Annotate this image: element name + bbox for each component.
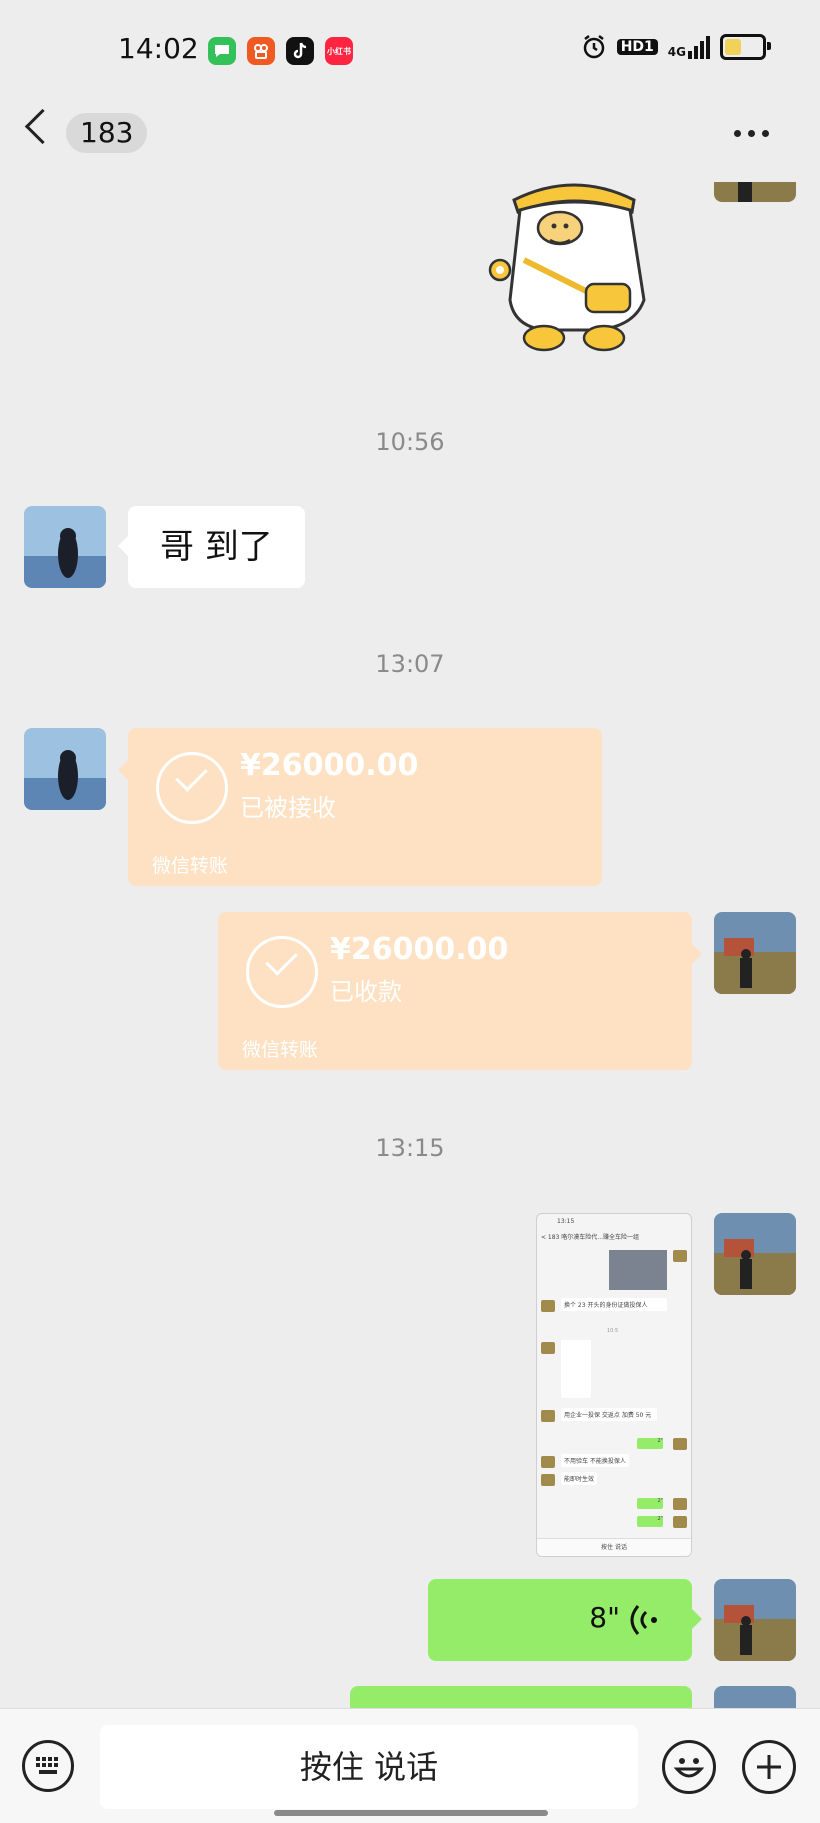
voice-wave-icon — [630, 1605, 657, 1635]
network-type: 4G — [667, 44, 686, 59]
thumb-title: < 183 咯尔漠车险代...赚全车险一组 — [541, 1234, 640, 1241]
thumb-msg: 不用验车 不能换投保人 — [561, 1454, 629, 1467]
status-indicators: HD1 4G — [581, 34, 771, 60]
thumb-timestamp: 10:5 — [607, 1328, 619, 1334]
kuaishou-app-icon — [247, 37, 275, 65]
check-circle-icon — [246, 936, 318, 1008]
alarm-icon — [583, 35, 604, 59]
hd-badge: HD1 — [616, 39, 658, 55]
transfer-amount: ¥26000.00 — [240, 748, 419, 783]
thumb-avatar — [541, 1456, 555, 1468]
thumb-msg: 用企业一投保 交返点 加费 50 元 — [561, 1408, 657, 1421]
status-time: 14:02 — [118, 32, 199, 65]
avatar-contact[interactable] — [24, 506, 106, 588]
transfer-amount: ¥26000.00 — [330, 932, 509, 967]
transfer-card-received[interactable]: ¥26000.00 已被接收 微信转账 — [118, 728, 602, 886]
thumb-avatar — [673, 1438, 687, 1450]
thumb-input: 按住 说话 — [537, 1538, 691, 1556]
more-options-icon[interactable] — [734, 120, 774, 146]
avatar-self[interactable] — [714, 1213, 796, 1295]
transfer-status: 已被接收 — [240, 794, 336, 822]
avatar-self[interactable] — [714, 1686, 796, 1710]
thumb-document — [561, 1340, 591, 1398]
thumb-voice: 2" — [637, 1438, 663, 1449]
back-arrow-icon[interactable] — [24, 108, 61, 145]
plus-icon[interactable] — [742, 1740, 796, 1794]
thumb-avatar — [541, 1410, 555, 1422]
voice-duration: 8" — [589, 1601, 620, 1634]
check-circle-icon — [156, 752, 228, 824]
text-message-bubble[interactable]: 哥 到了 — [118, 506, 305, 588]
home-indicator[interactable] — [274, 1810, 548, 1816]
xiaohongshu-app-icon: 小红书 — [325, 37, 353, 65]
thumb-voice: 2" — [637, 1516, 663, 1527]
thumb-msg: 能即时生效 — [561, 1472, 598, 1485]
thumb-avatar — [541, 1342, 555, 1354]
signal-icon: 4G — [667, 35, 710, 59]
transfer-card-sent[interactable]: ¥26000.00 已收款 微信转账 — [218, 912, 702, 1070]
voice-message-bubble[interactable]: 8" — [428, 1579, 702, 1661]
transfer-footer: 微信转账 — [152, 855, 229, 877]
timestamp: 13:07 — [375, 650, 445, 678]
transfer-footer: 微信转账 — [242, 1039, 319, 1061]
timestamp: 13:15 — [375, 1134, 445, 1162]
avatar-self[interactable] — [714, 182, 796, 202]
thumb-msg: 换个 23 开头的身份证做投保人 — [561, 1298, 667, 1311]
avatar-self[interactable] — [714, 912, 796, 994]
timestamp: 10:56 — [375, 428, 445, 456]
battery-level — [725, 39, 741, 55]
douyin-app-icon — [286, 37, 314, 65]
hold-to-talk-button[interactable]: 按住 说话 — [100, 1725, 638, 1809]
unread-count-badge[interactable]: 183 — [66, 113, 148, 153]
thumb-avatar — [541, 1474, 555, 1486]
battery-icon — [720, 34, 771, 60]
emoji-icon[interactable] — [662, 1740, 716, 1794]
thumb-avatar — [541, 1300, 555, 1312]
xiaohongshu-label: 小红书 — [327, 46, 351, 56]
image-message-screenshot[interactable]: 13:15 < 183 咯尔漠车险代...赚全车险一组 换个 23 开头的身份证… — [536, 1213, 692, 1557]
duck-sticker[interactable] — [484, 180, 676, 356]
transfer-status: 已收款 — [330, 978, 402, 1006]
thumb-avatar — [673, 1250, 687, 1262]
thumb-image — [609, 1250, 667, 1290]
messages-app-icon — [208, 37, 236, 65]
keyboard-icon[interactable] — [22, 1740, 74, 1792]
thumb-time: 13:15 — [557, 1218, 575, 1225]
thumb-avatar — [673, 1498, 687, 1510]
thumb-voice: 2" — [637, 1498, 663, 1509]
avatar-self[interactable] — [714, 1579, 796, 1661]
thumb-avatar — [673, 1516, 687, 1528]
avatar-contact[interactable] — [24, 728, 106, 810]
